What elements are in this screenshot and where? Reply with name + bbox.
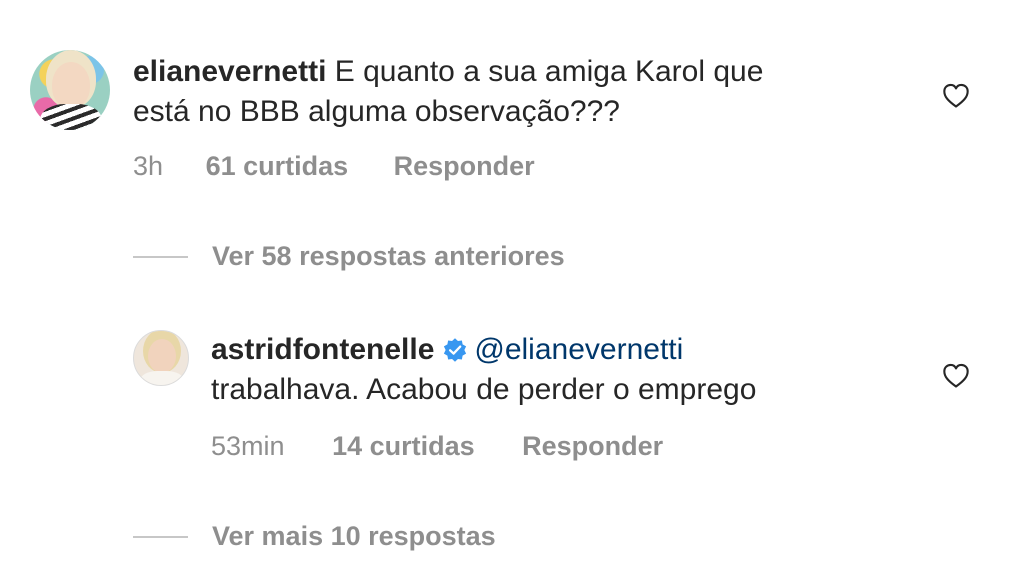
comment-username[interactable]: elianevernetti [133,55,326,88]
avatar-face [52,62,90,108]
avatar-elianevernetti[interactable] [30,50,110,130]
comment-meta: 3h 61 curtidas Responder [133,148,535,184]
reply-meta: 53min 14 curtidas Responder [211,428,663,464]
reply-mention[interactable]: @elianevernetti [474,333,683,366]
heart-icon[interactable] [941,362,971,390]
view-previous-replies-label[interactable]: Ver 58 respostas anteriores [212,238,565,274]
reply-time: 53min [211,431,285,461]
heart-icon[interactable] [941,82,971,110]
comment-text: E quanto a sua amiga Karol que [334,55,764,88]
comment-time: 3h [133,151,164,181]
view-more-replies-label[interactable]: Ver mais 10 respostas [212,518,496,554]
avatar-face [148,339,176,373]
comment-text-line-2: está no BBB alguma observação??? [133,95,620,128]
verified-badge-icon [444,338,467,362]
avatar-shirt [140,371,184,385]
reply-likes[interactable]: 14 curtidas [332,428,475,464]
reply-text-line-2: trabalhava. Acabou de perder o emprego [211,373,757,406]
comment-text-line-1: elianevernetti E quanto a sua amiga Karo… [133,52,763,92]
reply-text-line-1: astridfontenelle @elianevernetti [211,330,683,370]
comment-likes[interactable]: 61 curtidas [206,148,349,184]
reply-button[interactable]: Responder [522,428,663,464]
replies-divider [133,536,188,538]
reply-username[interactable]: astridfontenelle [211,333,434,366]
avatar-shirt [40,104,102,130]
replies-divider [133,256,188,258]
reply-button[interactable]: Responder [394,148,535,184]
avatar-astridfontenelle[interactable] [133,330,189,386]
